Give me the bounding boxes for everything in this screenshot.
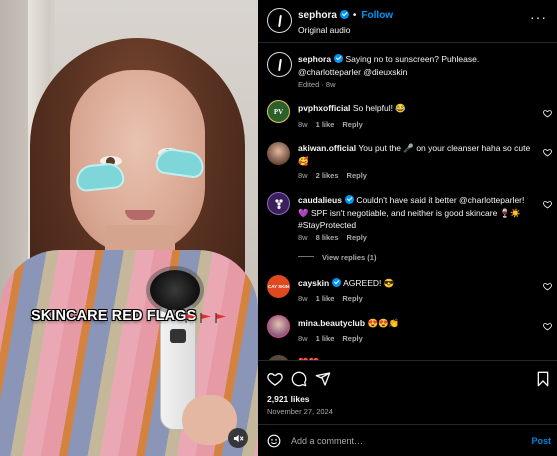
comment-hashtag[interactable]: #StayProtected [298, 220, 356, 230]
red-flag-icon [215, 313, 227, 323]
comment-username[interactable]: caudalieus [298, 195, 342, 205]
mute-toggle-button[interactable] [228, 428, 248, 448]
microphone-icon [150, 270, 200, 310]
comment-likes[interactable]: 1 like [316, 334, 335, 343]
caption-text: sephora Saying no to sunscreen? Puhlease… [298, 53, 538, 78]
video-player[interactable]: SKINCARE RED FLAGS [0, 0, 258, 456]
post-date: November 27, 2024 [267, 407, 333, 416]
like-comment-heart-icon[interactable] [543, 148, 552, 157]
comment-avatar[interactable]: PV [267, 100, 290, 123]
comment-username[interactable]: pvphxofficial [298, 103, 350, 113]
reply-button[interactable]: Reply [347, 233, 367, 242]
comment-likes[interactable]: 1 like [316, 120, 335, 129]
header-user-line: sephora • Follow [298, 10, 393, 21]
comment-text: cayskin AGREED! 😎 [298, 277, 538, 290]
comment-time: 8w [298, 171, 308, 180]
reply-button[interactable]: Reply [342, 294, 362, 303]
comment-time: 8w [298, 233, 308, 242]
comment-text: akiwan.official You put the 🎤 on your cl… [298, 142, 538, 167]
verified-badge-icon [334, 54, 344, 63]
speaker-muted-icon [233, 434, 244, 442]
comment-body: Couldn't have said it better @charlottep… [356, 195, 525, 205]
comment-body: AGREED! 😎 [343, 278, 395, 288]
comment-avatar[interactable] [267, 142, 290, 165]
red-flag-icon [200, 313, 212, 323]
comment-username[interactable]: mina.beautyclub [298, 318, 365, 328]
comment-meta: 8w 1 like Reply [298, 334, 371, 343]
comment-composer: Add a comment… Post [258, 424, 557, 456]
comment-avatar[interactable] [267, 315, 290, 338]
verified-badge-icon [344, 195, 354, 204]
likes-count[interactable]: 2,921 likes [267, 394, 310, 404]
comment-username[interactable]: akiwan.official [298, 143, 356, 153]
comment-text: caudalieus Couldn't have said it better … [298, 194, 538, 232]
original-audio-link[interactable]: Original audio [298, 25, 350, 35]
sephora-avatar[interactable] [267, 8, 292, 33]
comment-text: mina.beautyclub 😍😍👏 [298, 317, 538, 330]
caption-line-1: Saying no to sunscreen? Puhlease. [345, 54, 480, 64]
comment-meta: 8w 8 likes Reply [298, 233, 375, 242]
comment-body: 😍😍👏 [367, 318, 400, 328]
like-comment-heart-icon[interactable] [543, 322, 552, 331]
save-bookmark-icon[interactable] [535, 371, 551, 387]
comment-likes[interactable]: 8 likes [316, 233, 339, 242]
like-comment-heart-icon[interactable] [543, 109, 552, 118]
comment-likes[interactable]: 1 like [316, 294, 335, 303]
separator-dot: • [352, 10, 357, 21]
comment-time: 8w [298, 120, 308, 129]
caption-mentions[interactable]: @charlotteparler @dieuxskin [298, 67, 407, 77]
reply-button[interactable]: Reply [342, 334, 362, 343]
avatar-initials: CAY SKIN [267, 284, 289, 289]
comment-body-continued: 🥰 [298, 155, 309, 166]
grape-logo-icon [274, 198, 283, 209]
post-header: sephora • Follow Original audio ··· [258, 0, 557, 43]
comment-avatar[interactable]: CAY SKIN [267, 275, 290, 298]
header-username[interactable]: sephora [298, 10, 337, 21]
comment-input[interactable]: Add a comment… [291, 436, 363, 446]
like-comment-heart-icon[interactable] [543, 282, 552, 291]
reply-button[interactable]: Reply [347, 171, 367, 180]
comment-body: So helpful! 😂 [352, 103, 406, 113]
comment-username[interactable]: cayskin [298, 278, 329, 288]
comment-likes[interactable]: 2 likes [316, 171, 339, 180]
comments-list[interactable]: sephora Saying no to sunscreen? Puhlease… [258, 44, 557, 360]
comment-meta: 8w 2 likes Reply [298, 171, 375, 180]
video-overlay-text: SKINCARE RED FLAGS [31, 308, 197, 324]
comment-avatar[interactable] [267, 192, 290, 215]
caption-avatar[interactable] [267, 52, 292, 77]
comment-meta: 8w 1 like Reply [298, 294, 371, 303]
comment-bubble-icon[interactable] [291, 371, 307, 387]
post-comment-button[interactable]: Post [531, 436, 551, 446]
like-heart-icon[interactable] [267, 371, 283, 387]
verified-badge-icon [339, 10, 349, 19]
verified-badge-icon [332, 278, 342, 287]
comment-meta: 8w 1 like Reply [298, 120, 371, 129]
red-flag-icon [185, 313, 197, 323]
avatar-initials: PV [273, 107, 284, 116]
follow-button[interactable]: Follow [361, 10, 393, 21]
comment-time: 8w [298, 334, 308, 343]
comment-body-continued: 💜 SPF isn't negotiable, and neither is g… [298, 207, 521, 218]
share-send-icon[interactable] [315, 371, 331, 387]
comment-text: pvphxofficial So helpful! 😂 [298, 102, 538, 115]
like-comment-heart-icon[interactable] [543, 200, 552, 209]
caption-meta: Edited · 8w [298, 80, 336, 89]
view-replies-button[interactable]: View replies (1) [298, 253, 376, 262]
caption-username[interactable]: sephora [298, 54, 331, 64]
post-sidebar: sephora • Follow Original audio ··· sephor… [258, 0, 557, 456]
emoji-icon[interactable] [267, 434, 281, 448]
comment-body: You put the 🎤 on your cleanser haha so c… [358, 143, 531, 153]
comment-time: 8w [298, 294, 308, 303]
more-options-icon[interactable]: ··· [530, 10, 547, 24]
reply-button[interactable]: Reply [342, 120, 362, 129]
